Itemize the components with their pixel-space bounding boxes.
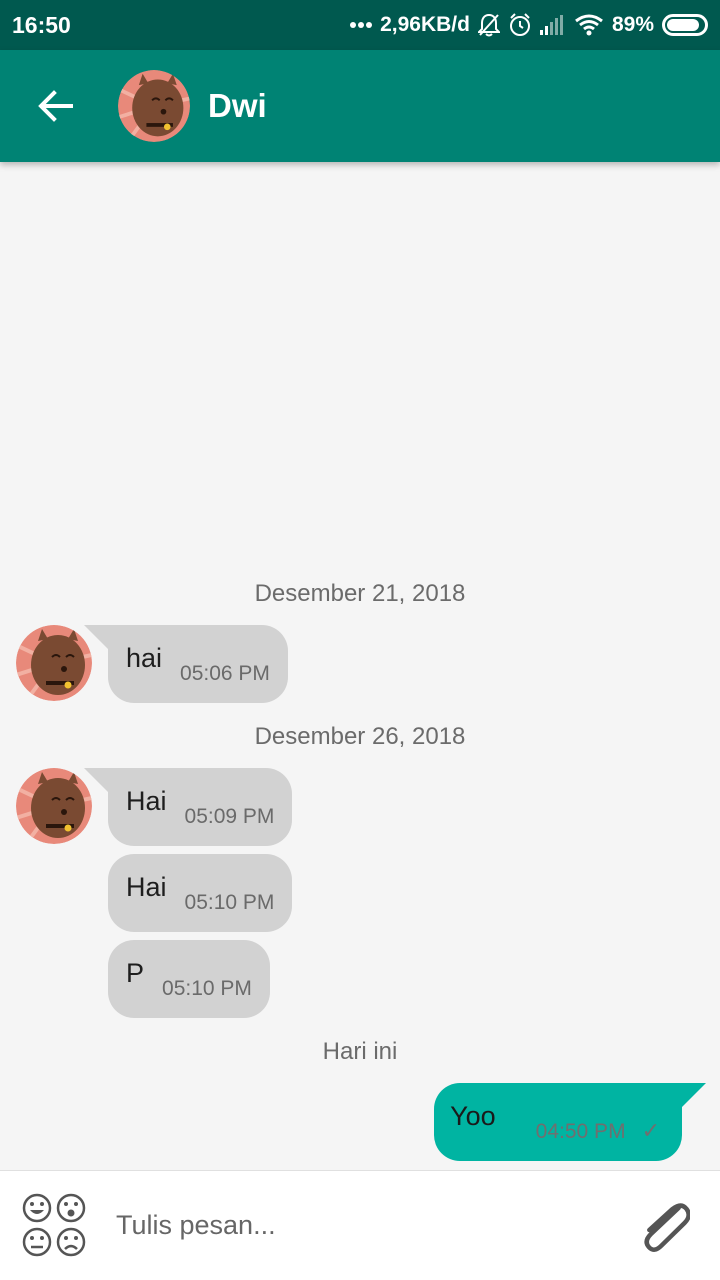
message-time: 05:06 PM (180, 662, 270, 685)
contact-name[interactable]: Dwi (208, 87, 267, 125)
sender-avatar[interactable] (16, 625, 92, 701)
sender-avatar[interactable] (16, 768, 92, 844)
message-text: hai (126, 642, 163, 673)
message-text: Hai (126, 785, 167, 816)
composer (0, 1170, 720, 1280)
incoming-message[interactable]: Hai 05:10 PM (108, 854, 293, 932)
signal-icon (539, 15, 566, 35)
surprised-face-icon (56, 1193, 86, 1222)
incoming-message[interactable]: Hai 05:09 PM (83, 768, 293, 846)
wifi-icon (574, 14, 604, 36)
cat-avatar-image (118, 70, 190, 142)
status-indicators: 2,96KB/d 89% (350, 13, 708, 37)
cat-avatar-image (16, 625, 92, 701)
date-separator: Hari ini (322, 1038, 398, 1065)
incoming-message[interactable]: P 05:10 PM (108, 940, 270, 1018)
network-speed: 2,96KB/d (380, 13, 470, 36)
cat-avatar-image (16, 768, 92, 844)
message-text: P (126, 957, 145, 988)
message-text: Hai (126, 871, 167, 902)
message-text: Yoo (450, 1100, 496, 1131)
status-bar: 16:50 2,96KB/d 89% (0, 0, 720, 50)
message-input[interactable] (116, 1195, 634, 1256)
incoming-message[interactable]: hai 05:06 PM (84, 625, 288, 703)
more-notifications-icon (350, 21, 373, 29)
emoji-button[interactable] (22, 1193, 88, 1259)
back-button[interactable] (24, 74, 88, 138)
date-separator: Desember 26, 2018 (254, 723, 466, 750)
attach-button[interactable] (634, 1191, 694, 1261)
message-time: 05:09 PM (184, 805, 275, 828)
message-list[interactable]: Desember 21, 2018 hai 05:06 PM Desember … (0, 162, 720, 1170)
status-time: 16:50 (12, 11, 71, 38)
chat-header: Dwi (0, 50, 720, 162)
notifications-off-icon (477, 13, 500, 37)
battery-icon (662, 14, 708, 36)
message-time: 05:10 PM (184, 891, 275, 914)
message-time: 05:10 PM (162, 977, 252, 1000)
message-time: 04:50 PM (535, 1120, 626, 1143)
battery-percent: 89% (611, 13, 654, 36)
paperclip-icon (644, 1202, 690, 1252)
neutral-face-icon (22, 1227, 52, 1256)
sent-check-icon: ✓ (641, 1118, 660, 1143)
alarm-icon (508, 13, 532, 37)
arrow-back-icon (38, 90, 73, 122)
outgoing-message[interactable]: Yoo 04:50 PM ✓ (434, 1083, 706, 1161)
sad-face-icon (56, 1227, 86, 1256)
date-separator: Desember 21, 2018 (254, 580, 466, 607)
contact-avatar[interactable] (118, 70, 190, 142)
happy-face-icon (22, 1193, 52, 1222)
